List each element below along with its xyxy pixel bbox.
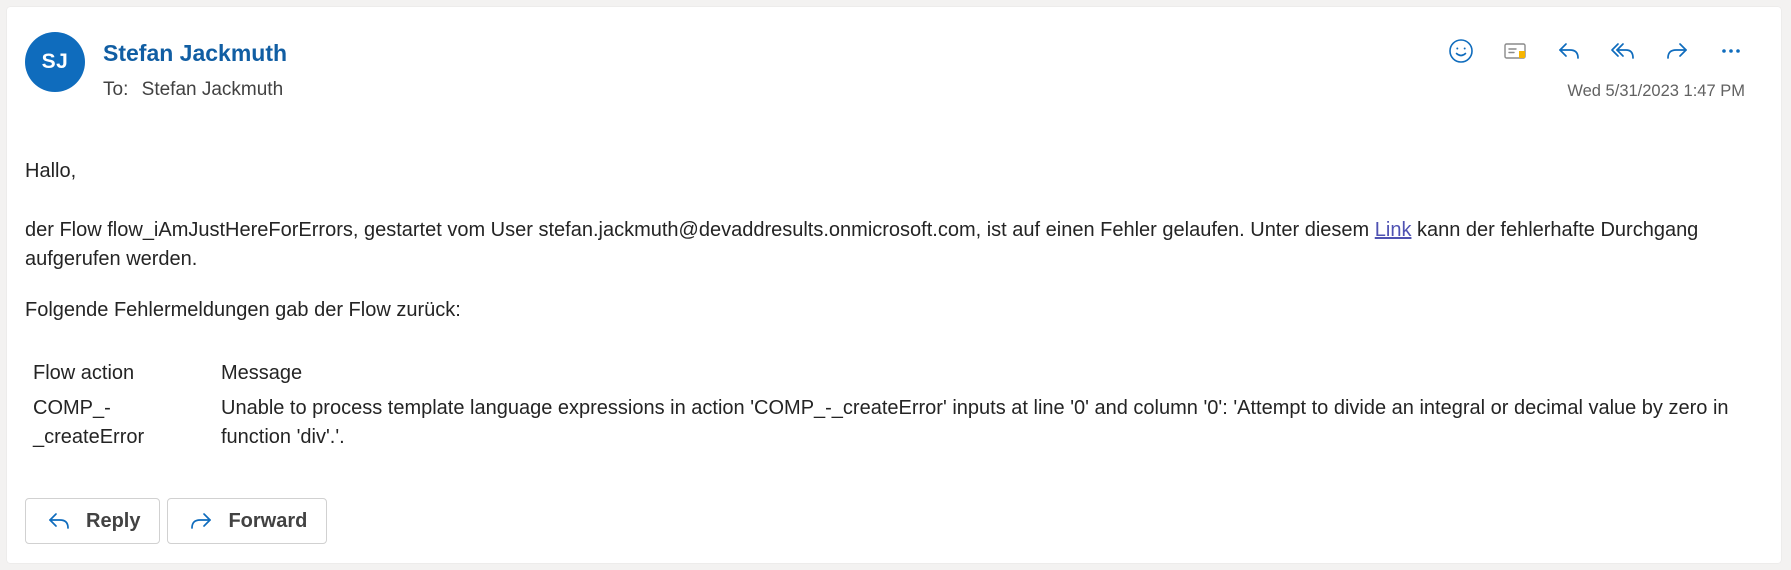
column-header-message: Message — [221, 362, 303, 384]
table-header-row: Flow action Message — [29, 357, 1757, 392]
flow-action-cell: COMP_- _createError — [33, 397, 145, 448]
reply-button[interactable]: Reply — [25, 498, 161, 544]
forward-icon — [191, 513, 212, 529]
reply-actions: Reply Forward — [25, 498, 328, 544]
recipient-name[interactable]: Stefan Jackmuth — [142, 79, 284, 100]
forward-button[interactable]: Forward — [167, 498, 328, 544]
paragraph-text: der Flow flow_iAmJustHereForErrors, gest… — [25, 219, 1375, 241]
recipient-line: To: Stefan Jackmuth — [103, 79, 283, 101]
table-row: COMP_- _createError Unable to process tem… — [29, 392, 1757, 454]
message-toolbar — [1441, 31, 1751, 71]
reply-icon — [49, 513, 69, 529]
to-label: To: — [103, 79, 129, 100]
immersive-reader-icon[interactable] — [1495, 31, 1535, 71]
errors-intro: Folgende Fehlermeldungen gab der Flow zu… — [25, 299, 461, 321]
forward-button-label: Forward — [228, 509, 308, 532]
greeting: Hallo, — [25, 160, 77, 182]
more-icon[interactable] — [1711, 31, 1751, 71]
reply-all-icon[interactable] — [1603, 31, 1643, 71]
message-card: SJ Stefan Jackmuth To: Stefan Jackmuth W… — [7, 7, 1781, 563]
forward-icon[interactable] — [1657, 31, 1697, 71]
reply-icon[interactable] — [1549, 31, 1589, 71]
error-message-cell: Unable to process template language expr… — [221, 397, 1729, 448]
run-link[interactable]: Link — [1375, 219, 1412, 241]
error-table: Flow action Message COMP_- _createError U… — [29, 357, 1757, 454]
reply-button-label: Reply — [86, 509, 141, 532]
message-body: Hallo, der Flow flow_iAmJustHereForError… — [25, 157, 1755, 325]
emoji-icon[interactable] — [1441, 31, 1481, 71]
sender-name[interactable]: Stefan Jackmuth — [103, 40, 287, 67]
avatar[interactable]: SJ — [25, 32, 85, 92]
error-notice-paragraph: der Flow flow_iAmJustHereForErrors, gest… — [25, 216, 1755, 274]
column-header-flow-action: Flow action — [33, 362, 135, 384]
message-timestamp: Wed 5/31/2023 1:47 PM — [1567, 82, 1745, 100]
